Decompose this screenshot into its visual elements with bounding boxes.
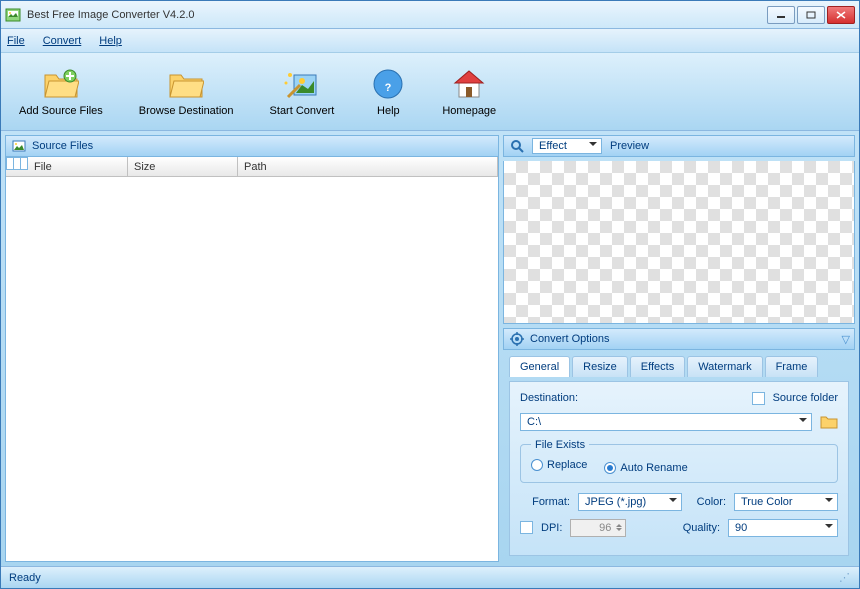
source-folder-label: Source folder [773, 392, 838, 404]
close-button[interactable] [827, 6, 855, 24]
preview-canvas [503, 161, 855, 325]
resize-grip[interactable]: ⋰ [839, 571, 851, 584]
home-icon [451, 67, 487, 101]
start-convert-button[interactable]: Start Convert [264, 63, 341, 121]
maximize-button[interactable] [797, 6, 825, 24]
column-headers: File Size Path [6, 157, 498, 177]
tab-resize[interactable]: Resize [572, 356, 628, 377]
file-list[interactable]: File Size Path [5, 157, 499, 562]
source-files-header: Source Files [5, 135, 499, 157]
source-folder-checkbox[interactable] [752, 392, 765, 405]
magnifier-icon [510, 139, 524, 153]
toolbar: Add Source Files Browse Destination Star… [1, 53, 859, 131]
dpi-label: DPI: [541, 522, 562, 534]
help-icon: ? [370, 67, 406, 101]
content-area: Source Files File Size Path Effect Previ… [1, 131, 859, 566]
title-bar: Best Free Image Converter V4.2.0 [1, 1, 859, 29]
menu-convert[interactable]: Convert [43, 35, 82, 47]
options-tabs: General Resize Effects Watermark Frame [503, 356, 855, 377]
quality-label: Quality: [683, 522, 720, 534]
menu-bar: File Convert Help [1, 29, 859, 53]
format-select[interactable]: JPEG (*.jpg) [578, 493, 682, 511]
image-icon [12, 139, 26, 153]
menu-file[interactable]: File [7, 35, 25, 47]
tab-effects[interactable]: Effects [630, 356, 685, 377]
menu-help[interactable]: Help [99, 35, 122, 47]
effect-dropdown[interactable]: Effect [532, 138, 602, 154]
right-panel: Effect Preview Convert Options ▽ General… [503, 135, 855, 562]
help-button[interactable]: ? Help [364, 63, 412, 121]
file-exists-group: File Exists Replace Auto Rename [520, 439, 838, 483]
source-files-panel: Source Files File Size Path [5, 135, 499, 562]
dpi-input[interactable]: 96 [570, 519, 626, 537]
preview-label: Preview [610, 140, 649, 152]
column-size[interactable]: Size [128, 157, 238, 176]
column-checkbox[interactable] [6, 157, 28, 170]
add-source-files-button[interactable]: Add Source Files [13, 63, 109, 121]
toolbar-label: Homepage [442, 105, 496, 117]
replace-radio[interactable]: Replace [531, 459, 587, 471]
status-text: Ready [9, 572, 41, 584]
folder-open-icon [168, 67, 204, 101]
collapse-icon[interactable]: ▽ [842, 333, 848, 346]
browse-destination-button[interactable]: Browse Destination [133, 63, 240, 121]
status-bar: Ready ⋰ [1, 566, 859, 588]
tab-frame[interactable]: Frame [765, 356, 819, 377]
svg-text:?: ? [385, 82, 392, 94]
tab-general[interactable]: General [509, 356, 570, 377]
quality-select[interactable]: 90 [728, 519, 838, 537]
color-label: Color: [690, 496, 726, 508]
format-label: Format: [520, 496, 570, 508]
app-window: Best Free Image Converter V4.2.0 File Co… [0, 0, 860, 589]
toolbar-label: Help [377, 105, 400, 117]
gear-icon [510, 332, 524, 346]
column-file[interactable]: File [28, 157, 128, 176]
toolbar-label: Add Source Files [19, 105, 103, 117]
folder-icon[interactable] [820, 414, 838, 430]
file-exists-legend: File Exists [531, 439, 589, 451]
dpi-checkbox[interactable] [520, 521, 533, 534]
column-path[interactable]: Path [238, 157, 498, 176]
tab-watermark[interactable]: Watermark [687, 356, 762, 377]
color-select[interactable]: True Color [734, 493, 838, 511]
panel-title: Source Files [32, 140, 93, 152]
title-text: Best Free Image Converter V4.2.0 [27, 9, 767, 21]
tab-general-body: Destination: Source folder C:\ File Exis… [509, 381, 849, 556]
convert-options-header[interactable]: Convert Options ▽ [503, 328, 855, 350]
app-icon [5, 7, 21, 23]
minimize-button[interactable] [767, 6, 795, 24]
destination-path-select[interactable]: C:\ [520, 413, 812, 431]
homepage-button[interactable]: Homepage [436, 63, 502, 121]
options-title: Convert Options [530, 333, 609, 345]
toolbar-label: Browse Destination [139, 105, 234, 117]
destination-label: Destination: [520, 392, 578, 404]
convert-wand-icon [284, 67, 320, 101]
preview-header: Effect Preview [503, 135, 855, 157]
folder-add-icon [43, 67, 79, 101]
toolbar-label: Start Convert [270, 105, 335, 117]
auto-rename-radio[interactable]: Auto Rename [604, 462, 687, 474]
